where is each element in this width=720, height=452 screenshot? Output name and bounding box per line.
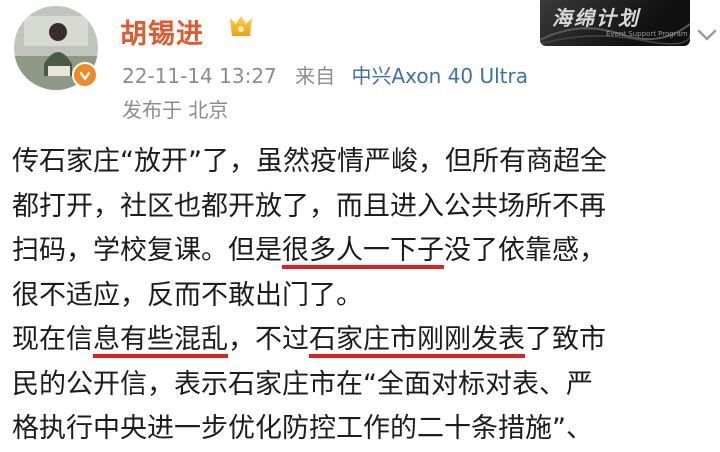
post-timestamp: 22-11-14 13:27 [122, 64, 277, 88]
banner-subtitle: Event Support Program [606, 30, 688, 38]
post-line: 现在信息有些混乱，不过石家庄市刚刚发表了致市 [12, 318, 720, 363]
banner-title: 海绵计划 [552, 6, 640, 30]
underlined-highlight: 石家庄市刚刚发表 [309, 324, 525, 355]
post-text-segment: 扫码，学校复课。但是 [12, 235, 282, 266]
post-text-segment: 现在信 [12, 324, 93, 355]
verified-badge-icon [72, 62, 98, 88]
device-link[interactable]: 中兴Axon 40 Ultra [352, 64, 529, 88]
promo-banner[interactable]: 海绵计划 Event Support Program [540, 0, 690, 46]
post-meta: 22-11-14 13:27 来自 中兴Axon 40 Ultra [122, 60, 528, 89]
post-content: 传石家庄“放开”了，虽然疫情严峻，但所有商超全 都打开，社区也都开放了，而且进入… [12, 140, 720, 452]
post-line: 扫码，学校复课。但是很多人一下子没了依靠感， [12, 229, 720, 274]
underlined-highlight: 很多人一下子 [282, 235, 444, 266]
vip-crown-icon[interactable] [226, 12, 256, 42]
post-text-segment: 没了依靠感， [444, 235, 606, 266]
post-text-segment: ，不过 [228, 324, 309, 355]
post-line: 都打开，社区也都开放了，而且进入公共场所不再 [12, 190, 606, 222]
post-line: 格执行中央进一步优化防控工作的二十条措施”、 [12, 413, 593, 444]
post-line: 民的公开信，表示石家庄市在“全面对标对表、严 [12, 368, 593, 400]
post-line: 传石家庄“放开”了，虽然疫情严峻，但所有商超全 [12, 146, 607, 177]
source-prefix: 来自 [295, 64, 336, 88]
underlined-highlight: 息有些混乱 [93, 324, 228, 355]
chevron-down-icon[interactable] [694, 22, 720, 48]
post-header: 胡锡进 22-11-14 13:27 来自 中兴Axon 40 Ultra 发布… [0, 0, 720, 130]
username[interactable]: 胡锡进 [120, 12, 204, 51]
post-location: 发布于 北京 [122, 98, 229, 122]
post-text-segment: 了致市 [525, 324, 606, 355]
post-line: 很不适应，反而不敢出门了。 [12, 279, 363, 311]
